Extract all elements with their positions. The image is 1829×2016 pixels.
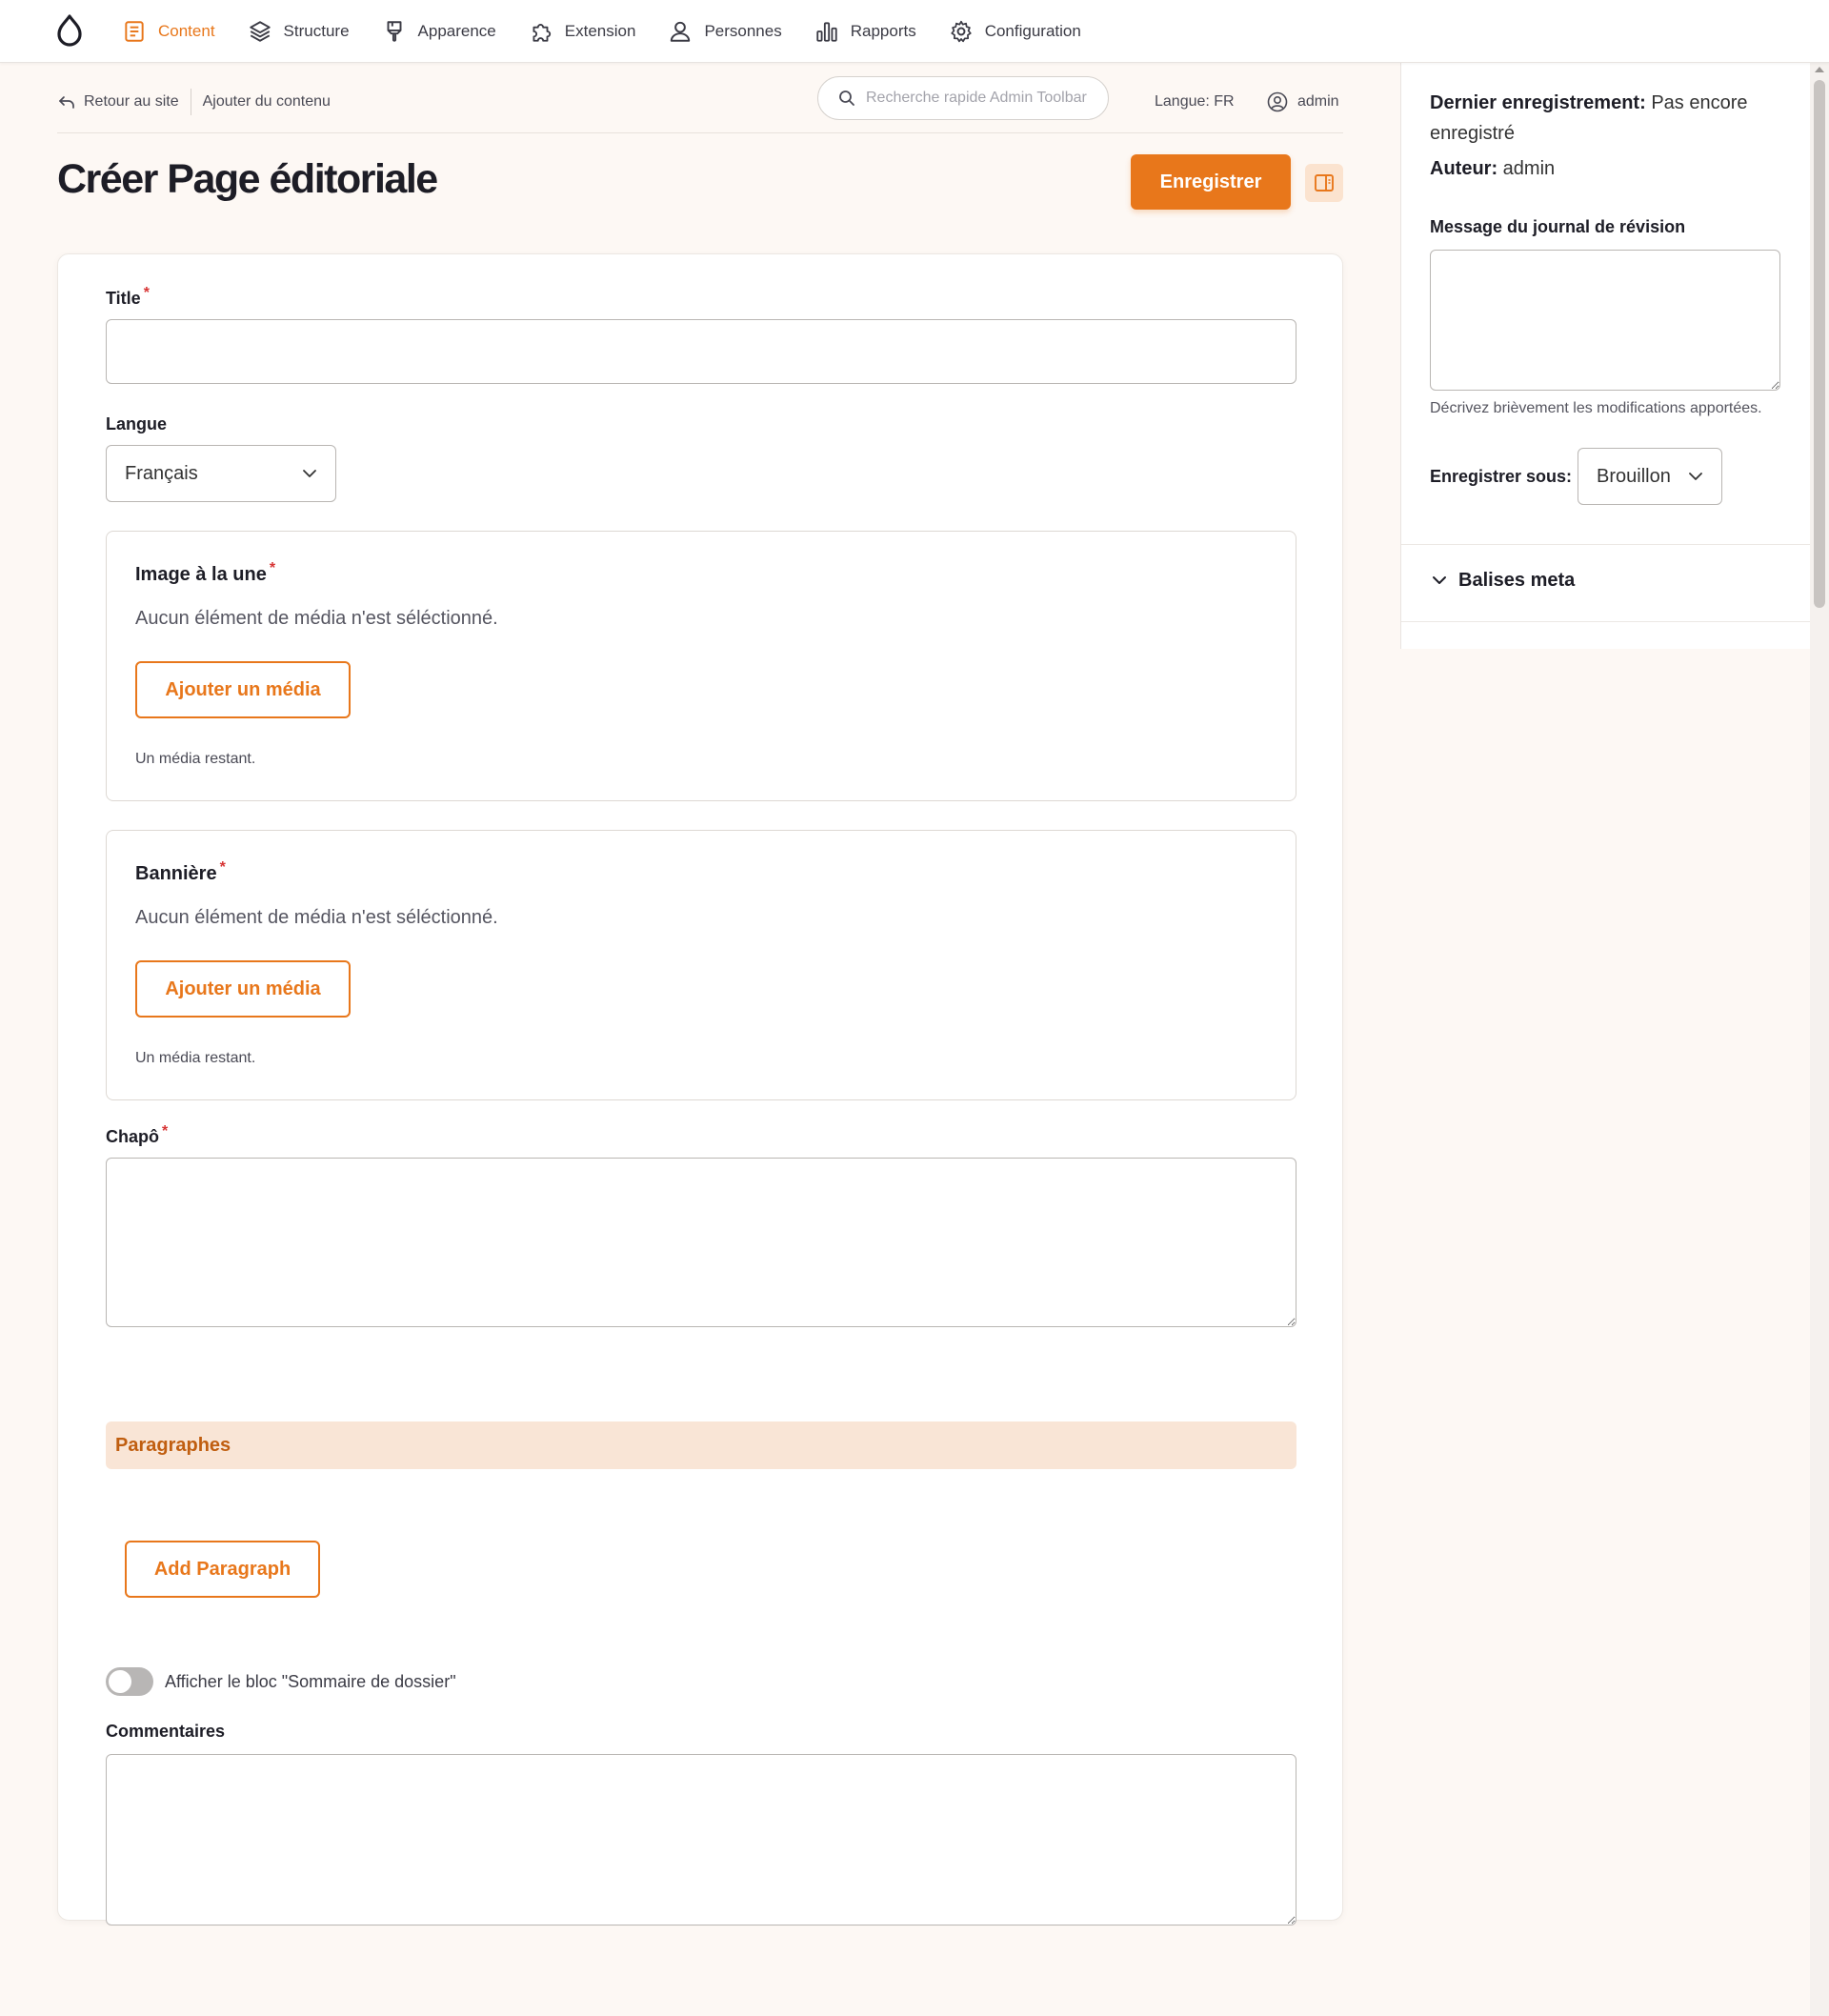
title-label-text: Title (106, 289, 141, 308)
bar-chart-icon (816, 22, 837, 42)
langue-select[interactable]: Français (106, 445, 336, 502)
language-switcher[interactable]: Langue: FR (1155, 88, 1235, 116)
person-icon (671, 21, 691, 42)
image-une-add-media-button[interactable]: Ajouter un média (135, 661, 351, 718)
chevron-down-icon (1433, 576, 1446, 584)
nav-personnes-label: Personnes (704, 22, 782, 40)
chapo-label-text: Chapô (106, 1127, 159, 1146)
admin-toolbar: Content Structure Apparence Extension Pe… (0, 0, 1829, 63)
nav-content[interactable]: Content (122, 0, 215, 63)
required-marker: * (269, 560, 276, 576)
revision-log-label: Message du journal de révision (1430, 217, 1686, 236)
nav-structure-label: Structure (283, 22, 350, 40)
brush-icon (387, 21, 402, 42)
toggle-knob (109, 1670, 131, 1693)
save-as-label: Enregistrer sous: (1430, 466, 1573, 486)
author-value: admin (1502, 158, 1556, 179)
nav-structure[interactable]: Structure (248, 0, 350, 63)
chapo-textarea[interactable] (106, 1158, 1296, 1327)
langue-selected-value: Français (125, 462, 198, 484)
required-marker: * (162, 1123, 169, 1139)
last-saved-info: Dernier enregistrement: Pas encore enreg… (1430, 88, 1782, 149)
moderation-state-select[interactable]: Brouillon (1578, 448, 1723, 505)
sidebar-scrollbar[interactable] (1810, 63, 1829, 2016)
header-divider (57, 132, 1343, 133)
gear-icon (951, 20, 972, 43)
nav-apparence[interactable]: Apparence (382, 0, 496, 63)
paragraphs-header: Paragraphes (106, 1421, 1296, 1469)
scrollbar-thumb[interactable] (1814, 80, 1825, 608)
drupal-logo-icon[interactable] (53, 13, 86, 48)
sommaire-toggle-row: Afficher le bloc "Sommaire de dossier" (106, 1666, 456, 1697)
user-menu[interactable]: admin (1267, 88, 1339, 116)
meta-sidebar: Dernier enregistrement: Pas encore enreg… (1400, 63, 1811, 649)
sidebar-divider (1401, 544, 1811, 545)
structure-icon (249, 21, 271, 42)
banniere-add-media-button[interactable]: Ajouter un média (135, 960, 351, 1018)
author-info: Auteur: admin (1430, 158, 1555, 180)
image-une-empty-text: Aucun élément de média n'est séléctionné… (135, 608, 498, 629)
nav-rapports[interactable]: Rapports (814, 0, 916, 63)
title-input[interactable] (106, 319, 1296, 384)
nav-content-label: Content (158, 22, 215, 40)
save-as-row: Enregistrer sous: Brouillon (1430, 448, 1723, 505)
back-to-site-link[interactable]: Retour au site (57, 92, 179, 111)
main-nav: Content Structure Apparence Extension Pe… (122, 0, 1114, 63)
sidebar-panel-icon (1315, 174, 1334, 192)
nav-configuration[interactable]: Configuration (949, 0, 1081, 63)
last-saved-label: Dernier enregistrement: (1430, 92, 1646, 113)
puzzle-icon (533, 24, 551, 42)
title-label: Title * (106, 285, 150, 309)
banniere-field: Bannière * Aucun élément de média n'est s… (106, 830, 1296, 1100)
nav-rapports-label: Rapports (850, 22, 916, 40)
page-title: Créer Page éditoriale (57, 156, 438, 202)
banniere-label-text: Bannière (135, 863, 217, 884)
add-content-link[interactable]: Ajouter du contenu (203, 93, 331, 111)
arrow-back-icon (59, 96, 74, 109)
banniere-remaining-text: Un média restant. (135, 1050, 256, 1066)
langue-label: Langue (106, 414, 168, 433)
revision-log-textarea[interactable] (1430, 250, 1780, 391)
content-icon (125, 21, 144, 42)
user-circle-icon (1267, 91, 1288, 112)
balises-meta-toggle[interactable]: Balises meta (1430, 566, 1575, 595)
nav-extension[interactable]: Extension (529, 0, 636, 63)
required-marker: * (143, 285, 150, 301)
image-une-field: Image à la une * Aucun élément de média n… (106, 531, 1296, 801)
sommaire-toggle-label: Afficher le bloc "Sommaire de dossier" (165, 1671, 456, 1691)
balises-meta-label: Balises meta (1458, 569, 1576, 591)
image-une-remaining-text: Un média restant. (135, 751, 256, 767)
sidebar-toggle-button[interactable] (1305, 164, 1343, 202)
nav-extension-label: Extension (564, 22, 636, 40)
author-label: Auteur: (1430, 158, 1498, 179)
nav-configuration-label: Configuration (984, 22, 1081, 40)
admin-toolbar-search (817, 76, 1109, 120)
required-marker: * (219, 859, 226, 876)
commentaires-label: Commentaires (106, 1722, 226, 1741)
search-icon (839, 91, 854, 106)
sommaire-toggle-switch[interactable] (106, 1667, 153, 1696)
breadcrumb: Retour au site Ajouter du contenu (57, 88, 331, 116)
chevron-down-icon (303, 470, 316, 477)
save-button[interactable]: Enregistrer (1131, 154, 1291, 210)
chapo-label: Chapô * (106, 1123, 168, 1147)
user-name: admin (1297, 93, 1339, 110)
sidebar-divider (1401, 621, 1811, 622)
chevron-down-icon (1689, 473, 1702, 480)
nav-apparence-label: Apparence (417, 22, 496, 40)
banniere-label: Bannière * (135, 859, 226, 885)
back-to-site-label: Retour au site (84, 93, 179, 110)
node-form-card: Title * Langue Français Image à la une * A… (57, 253, 1343, 1925)
commentaires-textarea[interactable] (106, 1754, 1296, 1925)
revision-log-help: Décrivez brièvement les modifications ap… (1430, 400, 1762, 416)
image-une-label-text: Image à la une (135, 564, 267, 585)
add-paragraph-button[interactable]: Add Paragraph (125, 1541, 320, 1598)
moderation-state-value: Brouillon (1597, 465, 1671, 487)
nav-personnes[interactable]: Personnes (668, 0, 782, 63)
search-input[interactable] (866, 90, 1095, 107)
image-une-label: Image à la une * (135, 560, 275, 586)
banniere-empty-text: Aucun élément de média n'est séléctionné… (135, 907, 498, 928)
scroll-up-arrow-icon[interactable] (1815, 67, 1824, 72)
